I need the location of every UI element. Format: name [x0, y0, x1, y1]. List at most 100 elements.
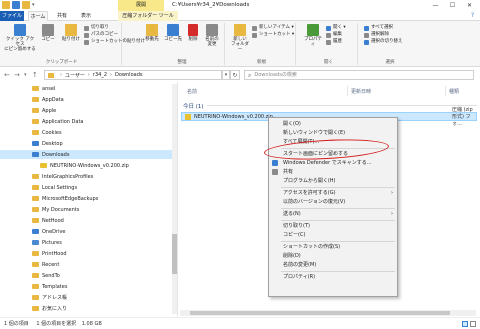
context-menu-item[interactable]: ショートカットの作成(S) — [269, 243, 397, 251]
maximize-button[interactable]: ☐ — [444, 0, 461, 11]
cut-button[interactable]: 切り取り — [84, 25, 109, 31]
nav-item[interactable]: MicrosoftEdgeBackups — [0, 194, 177, 203]
properties-button[interactable]: プロパティ — [302, 24, 324, 47]
context-menu-item[interactable]: 以前のバージョンの復元(V) — [269, 198, 397, 206]
nav-item[interactable]: NEUTRINO-Windows_v0.200.zip — [0, 161, 177, 170]
copy-button[interactable]: コピー — [38, 24, 58, 42]
context-menu-item[interactable]: 削除(D) — [269, 252, 397, 260]
nav-item[interactable]: My Documents — [0, 205, 177, 214]
move-to-button[interactable]: 移動先 — [142, 24, 162, 42]
delete-button[interactable]: 削除 — [185, 24, 201, 42]
horizontal-scrollbar[interactable] — [180, 310, 476, 316]
context-menu-item[interactable]: Windows Defender でスキャンする... — [269, 159, 397, 167]
context-menu-item[interactable]: アクセスを許可する(G) › — [269, 189, 397, 197]
minimize-button[interactable]: — — [427, 0, 444, 11]
nav-item[interactable]: Templates — [0, 282, 177, 291]
up-button[interactable]: ↑ — [32, 71, 38, 79]
details-view-icon[interactable] — [462, 321, 468, 327]
select-all-button[interactable]: すべて選択 — [364, 25, 393, 31]
invert-selection-button[interactable]: 選択の切り替え — [364, 39, 403, 45]
context-menu-item[interactable]: 切り取り(T) — [269, 222, 397, 230]
shortcut-button[interactable]: ショートカット ▾ — [252, 32, 294, 38]
context-menu-item[interactable]: 名前の変更(M) — [269, 261, 397, 269]
tab-share[interactable]: 共有 — [52, 11, 72, 21]
context-menu-item[interactable]: 開く(O) — [269, 120, 397, 128]
column-divider[interactable] — [445, 86, 446, 96]
nav-item[interactable]: NetHood — [0, 216, 177, 225]
close-button[interactable]: ✕ — [461, 0, 478, 11]
back-button[interactable]: ← — [4, 71, 10, 79]
forward-button[interactable]: → — [14, 71, 20, 79]
nav-item[interactable]: Local Settings — [0, 183, 177, 192]
context-menu-item[interactable]: プロパティ(R) — [269, 273, 397, 281]
context-menu-item-label: 切り取り(T) — [283, 223, 310, 229]
nav-item[interactable]: PrintHood — [0, 249, 177, 258]
nav-item[interactable]: Recent — [0, 260, 177, 269]
nav-item[interactable]: Apple — [0, 106, 177, 115]
nav-item[interactable]: ansel — [0, 84, 177, 93]
column-header-name[interactable]: 名前 — [187, 88, 197, 95]
context-menu-item[interactable]: コピー(C) — [269, 231, 397, 239]
group-header-today[interactable]: 今日 (1) — [183, 102, 204, 110]
refresh-icon[interactable]: ↻ — [230, 70, 240, 80]
paste-shortcut-button[interactable]: ショートカットの貼り付け — [84, 39, 145, 45]
nav-item-label: Cookies — [42, 129, 62, 136]
column-header-date[interactable]: 更新日時 — [351, 88, 371, 95]
column-divider[interactable] — [347, 86, 348, 96]
select-none-button[interactable]: 選択解除 — [364, 32, 389, 38]
manage-context-tab[interactable]: 展開 — [118, 0, 164, 11]
context-menu-item[interactable]: 共有 — [269, 168, 397, 176]
edit-button[interactable]: 編集 — [326, 32, 342, 38]
nav-item[interactable]: Desktop — [0, 139, 177, 148]
paste-button[interactable]: 貼り付け — [59, 24, 83, 42]
properties-quick-icon[interactable] — [12, 1, 20, 9]
breadcrumb-downloads[interactable]: Downloads — [115, 72, 142, 78]
tab-compressed-folder-tools[interactable]: 圧縮フォルダー ツール — [118, 11, 178, 21]
qat-dropdown-icon[interactable]: ▾ — [32, 1, 37, 9]
folder-icon — [48, 72, 54, 78]
address-bar[interactable]: › ユーザー › r34_2 › Downloads — [44, 70, 222, 80]
column-header-type[interactable]: 種類 — [449, 88, 459, 95]
new-item-button[interactable]: 新しいアイテム ▾ — [252, 25, 294, 31]
new-folder-quick-icon[interactable] — [22, 1, 30, 9]
tab-file[interactable]: ファイル — [0, 11, 24, 21]
nav-scrollbar[interactable] — [172, 84, 177, 314]
nav-item[interactable]: OneDrive — [0, 227, 177, 236]
context-menu-item[interactable]: 新しいウィンドウで開く(E) — [269, 129, 397, 137]
nav-scroll-thumb[interactable] — [172, 234, 177, 274]
nav-item[interactable]: お気に入り — [0, 304, 177, 313]
nav-item[interactable]: Downloads — [0, 150, 177, 159]
new-folder-button[interactable]: 新しい フォルダー — [230, 24, 250, 52]
open-button[interactable]: 開く ▾ — [326, 25, 346, 31]
breadcrumb-user[interactable]: r34_2 — [93, 72, 107, 78]
breadcrumb-users[interactable]: ユーザー — [65, 72, 85, 79]
history-button[interactable]: 履歴 — [326, 39, 342, 45]
address-history-dropdown[interactable]: ▾ — [222, 70, 230, 80]
help-icon[interactable]: ? — [471, 12, 474, 19]
nav-item[interactable]: IntelGraphicsProfiles — [0, 172, 177, 181]
nav-item[interactable]: Pictures — [0, 238, 177, 247]
large-icons-view-icon[interactable] — [470, 321, 476, 327]
nav-item[interactable]: Cookies — [0, 128, 177, 137]
menu-separator — [281, 220, 395, 221]
copy-path-button[interactable]: パスのコピー — [84, 32, 118, 38]
nav-item[interactable]: Application Data — [0, 117, 177, 126]
tab-view[interactable]: 表示 — [76, 11, 96, 21]
folder-icon — [32, 273, 39, 278]
nav-item[interactable]: SendTo — [0, 271, 177, 280]
rename-button[interactable]: 名前の 変更 — [203, 24, 221, 47]
nav-item[interactable]: AppData — [0, 95, 177, 104]
group-divider — [207, 105, 477, 106]
folder-icon — [32, 185, 39, 190]
context-menu-item[interactable]: 送る(N) › — [269, 210, 397, 218]
nav-item[interactable]: アドレス帳 — [0, 293, 177, 302]
tab-home[interactable]: ホーム — [28, 11, 48, 21]
file-type: 圧縮 (zip 形式) フォ... — [452, 107, 473, 127]
horizontal-scroll-thumb[interactable] — [190, 311, 450, 315]
context-menu-item[interactable]: プログラムから開く(H) — [269, 177, 397, 185]
context-menu-item-label: プログラムから開く(H) — [283, 178, 336, 184]
recent-locations-dropdown[interactable]: ▾ — [24, 72, 27, 78]
copy-to-button[interactable]: コピー先 — [163, 24, 183, 42]
search-input[interactable]: ⌕ Downloadsの検索 — [244, 70, 474, 80]
pin-quick-access-button[interactable]: クイック アクセス にピン留めする — [4, 24, 36, 52]
